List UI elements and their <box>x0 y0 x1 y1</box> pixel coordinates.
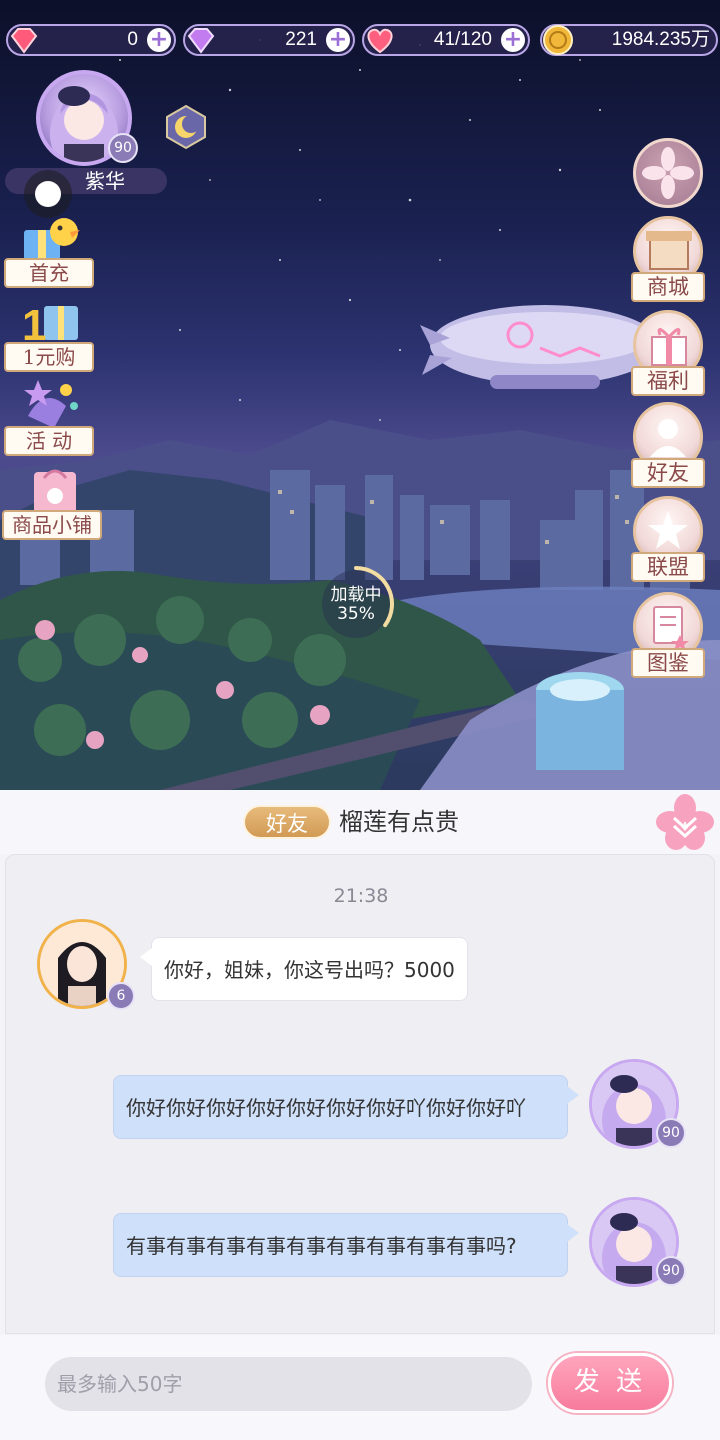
purple-diamond-counter: 221 + <box>183 24 355 56</box>
message-input[interactable] <box>45 1357 532 1411</box>
red-gem-counter: 0 + <box>6 24 176 56</box>
right-menu-mall[interactable]: 商城 <box>630 216 706 302</box>
petal-icon <box>642 147 694 199</box>
welfare-label: 福利 <box>631 366 705 396</box>
right-menu-welfare[interactable]: 福利 <box>630 310 706 396</box>
my-message-bubble[interactable]: 有事有事有事有事有事有事有事有事有事吗? <box>113 1213 579 1277</box>
chat-input-bar: 发 送 <box>0 1335 720 1440</box>
right-menu-album[interactable]: 图鉴 <box>630 592 706 678</box>
alliance-label: 联盟 <box>631 552 705 582</box>
friend-level-badge: 6 <box>107 982 135 1010</box>
left-menu-first-recharge[interactable]: 首充 <box>4 208 96 292</box>
send-button[interactable]: 发 送 <box>548 1353 672 1413</box>
mall-label: 商城 <box>631 272 705 302</box>
gold-coin-counter: 1984.235万 <box>540 24 718 56</box>
day-night-toggle-icon[interactable] <box>163 104 209 150</box>
activity-label: 活 动 <box>4 426 94 456</box>
petal-collection-button[interactable] <box>633 138 703 208</box>
my-level-badge: 90 <box>656 1118 686 1148</box>
purple-diamond-icon <box>187 28 215 54</box>
purple-diamond-plus-button[interactable]: + <box>326 28 350 52</box>
red-gem-value: 0 <box>127 29 138 50</box>
gold-coin-icon <box>543 25 573 55</box>
collapse-chat-icon[interactable] <box>652 790 718 854</box>
my-level-badge: 90 <box>656 1256 686 1286</box>
purple-diamond-value: 221 <box>285 29 317 50</box>
chat-title: 榴莲有点贵 <box>339 808 459 836</box>
airship <box>420 305 660 389</box>
friend-message-bubble[interactable]: 你好，姐妹，你这号出吗？5000 <box>140 937 468 1001</box>
stamina-counter: 41/120 + <box>362 24 530 56</box>
shop-label: 商品小铺 <box>2 510 102 540</box>
friends-label: 好友 <box>631 458 705 488</box>
red-gem-icon <box>10 28 38 54</box>
right-menu-friends[interactable]: 好友 <box>630 402 706 488</box>
gold-coin-value: 1984.235万 <box>611 29 710 50</box>
heart-stamina-icon <box>367 28 393 54</box>
loading-label: 加载中 <box>330 585 382 605</box>
message-list[interactable]: 21:38 6 你好，姐妹，你这号出吗？5000 90 你好你好你好你好你好你好… <box>5 854 715 1334</box>
chat-panel: 好友 榴莲有点贵 21:38 6 你好，姐妹，你这号出吗？5000 90 你好你… <box>0 790 720 1440</box>
right-menu-alliance[interactable]: 联盟 <box>630 496 706 582</box>
friend-tag: 好友 <box>243 805 331 839</box>
chat-header: 好友 榴莲有点贵 <box>0 790 720 854</box>
loading-indicator: 加载中 35% <box>318 560 406 648</box>
stamina-plus-button[interactable]: + <box>501 28 525 52</box>
left-menu-activity[interactable]: 活 动 <box>4 376 96 460</box>
player-level-badge: 90 <box>108 133 138 163</box>
album-label: 图鉴 <box>631 648 705 678</box>
red-gem-plus-button[interactable]: + <box>147 28 171 52</box>
stamina-value: 41/120 <box>433 29 492 50</box>
one-yuan-label: 1元购 <box>4 342 94 372</box>
loading-percent: 35% <box>337 604 375 624</box>
my-message-bubble[interactable]: 你好你好你好你好你好你好你好吖你好你好吖 <box>113 1075 579 1139</box>
message-timestamp: 21:38 <box>333 885 389 907</box>
left-menu-one-yuan[interactable]: 1 1元购 <box>4 292 96 376</box>
first-recharge-label: 首充 <box>4 258 94 288</box>
left-menu-shop[interactable]: 商品小铺 <box>2 462 102 546</box>
